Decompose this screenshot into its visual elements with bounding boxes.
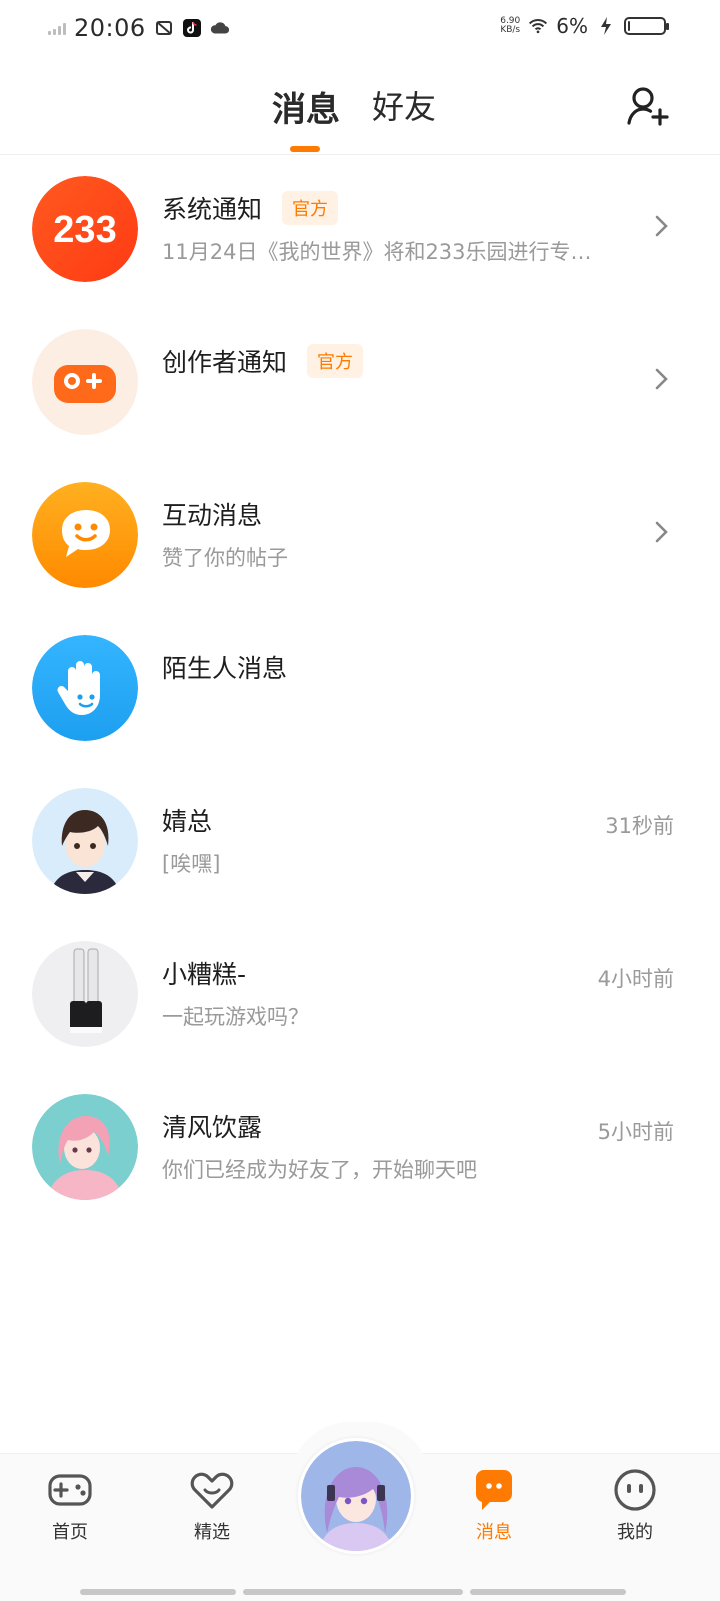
tab-messages[interactable]: 消息	[272, 82, 340, 131]
hand-wave-icon	[32, 635, 138, 741]
status-bar: 20:06 6.90 KB/s 6%	[0, 0, 720, 58]
active-tab-indicator	[290, 146, 320, 152]
signal-icon	[48, 21, 66, 35]
add-user-icon[interactable]	[624, 82, 672, 130]
conversation-name: 清风饮露	[162, 1108, 262, 1144]
name-text: 互动消息	[162, 501, 263, 530]
conversation-name: 系统通知 官方	[162, 190, 339, 226]
user-avatar	[32, 788, 138, 894]
official-badge: 官方	[282, 191, 339, 225]
conversation-name: 互动消息	[162, 496, 262, 532]
wifi-icon	[528, 16, 548, 36]
gamepad-plus-icon	[32, 329, 138, 435]
nav-profile[interactable]: 我的	[587, 1468, 683, 1544]
screenshot-icon	[154, 18, 174, 38]
name-text: 小糟糕-	[162, 960, 247, 989]
conversation-name: 小糟糕-	[162, 955, 246, 991]
chevron-right-icon	[655, 368, 668, 390]
nav-messages[interactable]: 消息	[446, 1468, 542, 1544]
heart-icon	[190, 1472, 234, 1509]
conversation-strangers[interactable]: 陌生人消息	[0, 613, 720, 766]
conversation-creator-notice[interactable]: 创作者通知 官方	[0, 307, 720, 460]
conversation-preview: 赞了你的帖子	[162, 546, 288, 570]
center-avatar-button[interactable]	[298, 1438, 414, 1554]
conversation-user[interactable]: 清风饮露 你们已经成为好友了，开始聊天吧 5小时前	[0, 1072, 720, 1225]
user-avatar	[32, 1094, 138, 1200]
official-badge: 官方	[307, 344, 364, 378]
status-time: 20:06	[74, 14, 146, 42]
nav-home[interactable]: 首页	[22, 1468, 118, 1544]
battery-level	[628, 21, 630, 31]
name-text: 婧总	[162, 807, 213, 836]
conversation-list: 233 系统通知 官方 11月24日《我的世界》将和233乐园进行专… 创作者通知…	[0, 154, 720, 1225]
status-left: 20:06	[48, 14, 230, 42]
conversation-preview: [唉嘿]	[162, 852, 221, 876]
nav-label: 我的	[617, 1522, 653, 1543]
nav-featured[interactable]: 精选	[164, 1468, 260, 1544]
chevron-right-icon	[655, 215, 668, 237]
status-right: 6.90 KB/s 6%	[500, 14, 669, 38]
battery-icon	[624, 17, 669, 35]
tab-friends[interactable]: 好友	[372, 82, 436, 128]
gesture-bar	[243, 1589, 463, 1595]
net-speed-unit: KB/s	[500, 25, 521, 35]
conversation-name: 陌生人消息	[162, 649, 287, 685]
battery-percent: 6%	[556, 14, 588, 38]
233-logo-icon: 233	[32, 176, 138, 282]
name-text: 陌生人消息	[162, 654, 288, 683]
conversation-name: 创作者通知 官方	[162, 343, 364, 379]
nav-label: 首页	[52, 1522, 88, 1543]
cloud-icon	[210, 18, 230, 38]
conversation-system-notice[interactable]: 233 系统通知 官方 11月24日《我的世界》将和233乐园进行专…	[0, 154, 720, 307]
conversation-preview: 一起玩游戏吗？	[162, 1005, 309, 1029]
face-icon	[614, 1469, 656, 1511]
user-avatar	[32, 941, 138, 1047]
nav-label: 消息	[476, 1522, 512, 1543]
name-text: 清风饮露	[162, 1113, 263, 1142]
smile-bubble-icon	[32, 482, 138, 588]
net-speed: 6.90 KB/s	[500, 17, 520, 35]
header: 消息 好友	[0, 58, 720, 155]
name-text: 系统通知	[162, 195, 263, 224]
conversation-interactions[interactable]: 互动消息 赞了你的帖子	[0, 460, 720, 613]
conversation-user[interactable]: 小糟糕- 一起玩游戏吗？ 4小时前	[0, 919, 720, 1072]
message-time: 4小时前	[597, 967, 674, 991]
conversation-preview: 你们已经成为好友了，开始聊天吧	[162, 1158, 477, 1182]
tiktok-icon	[182, 18, 202, 38]
conversation-preview: 11月24日《我的世界》将和233乐园进行专…	[162, 240, 592, 264]
gesture-bar	[470, 1589, 626, 1595]
gesture-bar	[80, 1589, 236, 1595]
message-time: 31秒前	[605, 814, 674, 838]
name-text: 创作者通知	[162, 348, 288, 377]
charging-icon	[596, 16, 616, 36]
chevron-right-icon	[655, 521, 668, 543]
svg-text:233: 233	[53, 209, 116, 251]
chat-icon	[475, 1470, 512, 1510]
gamepad-icon	[48, 1474, 92, 1506]
message-time: 5小时前	[597, 1120, 674, 1144]
nav-label: 精选	[194, 1522, 230, 1543]
avatar	[301, 1441, 411, 1551]
conversation-name: 婧总	[162, 802, 212, 838]
conversation-user[interactable]: 婧总 [唉嘿] 31秒前	[0, 766, 720, 919]
